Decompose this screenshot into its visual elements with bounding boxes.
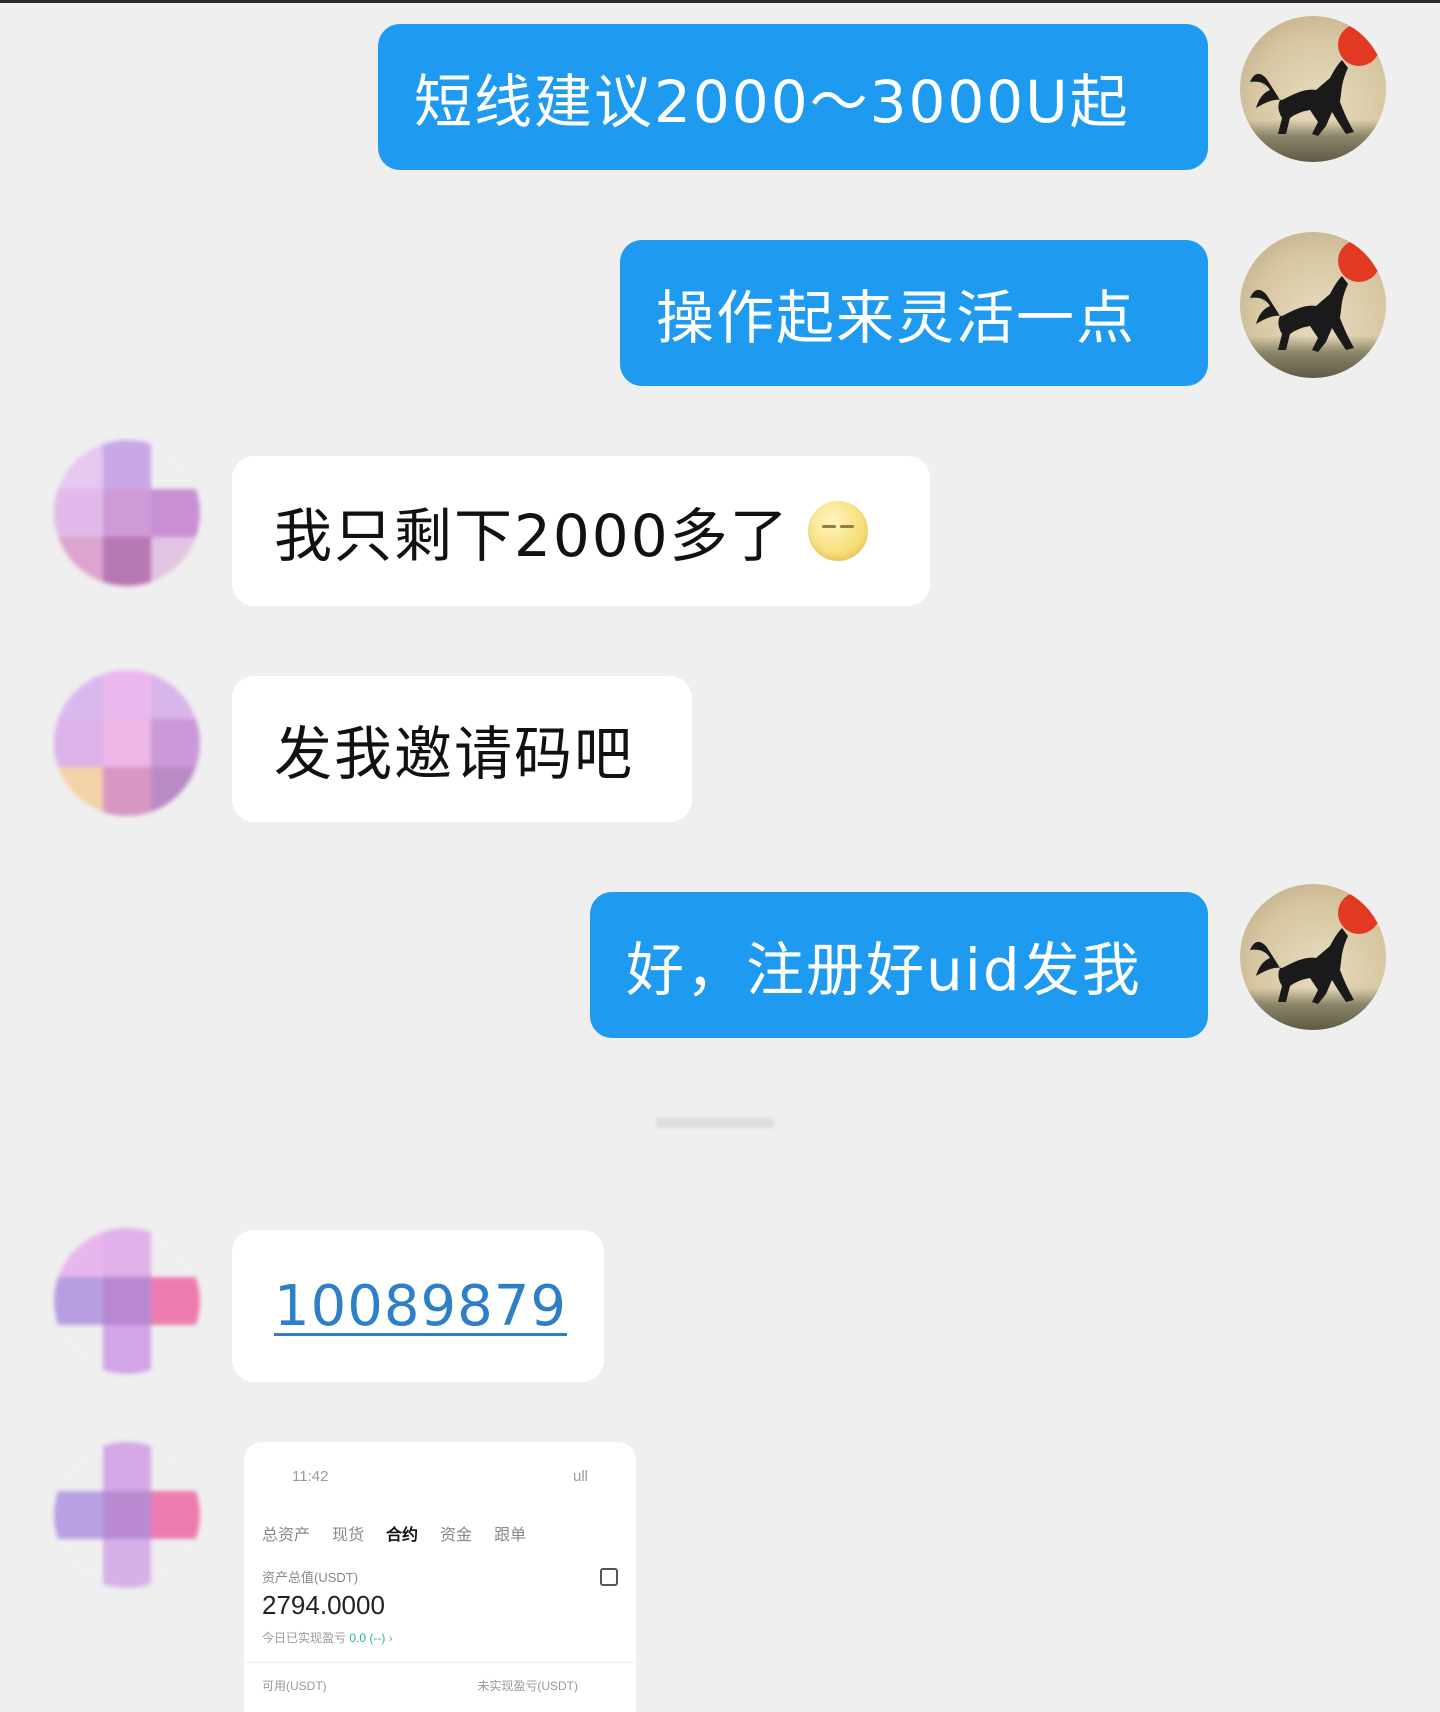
- asset-label-row: 资产总值(USDT): [262, 1567, 618, 1586]
- self-avatar[interactable]: [1240, 16, 1386, 162]
- pnl-label: 今日已实现盈亏: [262, 1631, 347, 1645]
- horse-icon: [1250, 928, 1354, 1004]
- self-avatar[interactable]: [1240, 232, 1386, 378]
- contact-avatar[interactable]: [54, 1228, 200, 1374]
- pnl-row: 今日已实现盈亏 0.0 (--) ›: [262, 1629, 618, 1646]
- message-text: 发我邀请码吧: [274, 720, 635, 788]
- copy-icon: [600, 1567, 618, 1586]
- pnl-value: 0.0 (--): [349, 1631, 386, 1645]
- asset-amount: 2794.0000: [262, 1590, 385, 1620]
- message-bubble-sent[interactable]: 操作起来灵活一点: [620, 240, 1208, 386]
- contact-avatar[interactable]: [54, 440, 200, 586]
- screenshot-signal: ull: [572, 1468, 588, 1485]
- card-bottom-row: 可用(USDT) 未实现盈亏(USDT): [262, 1677, 618, 1694]
- screenshot-tabs: 总资产 现货 合约 资金 跟单: [262, 1521, 618, 1545]
- screenshot-status-bar: 11:42 ull: [262, 1468, 618, 1485]
- tab-funds: 资金: [440, 1527, 473, 1544]
- message-text: 操作起来灵活一点: [656, 284, 1137, 352]
- card-divider: [244, 1662, 636, 1663]
- message-text: 我只剩下2000多了: [274, 502, 790, 570]
- message-text: 短线建议2000～3000U起: [414, 68, 1130, 136]
- available-label: 可用(USDT): [262, 1679, 327, 1693]
- unrealized-pnl-label: 未实现盈亏(USDT): [477, 1679, 578, 1693]
- asset-label: 资产总值(USDT): [262, 1570, 359, 1585]
- message-bubble-received[interactable]: 发我邀请码吧: [232, 676, 692, 822]
- blurred-divider: [656, 1118, 774, 1128]
- tab-spot: 现货: [332, 1527, 365, 1544]
- sleepy-face-icon: [807, 501, 868, 561]
- horse-icon: [1250, 276, 1354, 352]
- message-text: 好，注册好uid发我: [626, 936, 1142, 1004]
- tab-futures: 合约: [386, 1527, 419, 1544]
- uid-link[interactable]: 10089879: [274, 1274, 567, 1339]
- message-bubble-received[interactable]: 10089879: [232, 1230, 604, 1382]
- contact-avatar[interactable]: [54, 1442, 200, 1588]
- message-bubble-received[interactable]: 我只剩下2000多了: [232, 456, 930, 606]
- tab-total-assets: 总资产: [262, 1527, 311, 1544]
- self-avatar[interactable]: [1240, 884, 1386, 1030]
- screenshot-time: 11:42: [292, 1468, 329, 1485]
- tab-copy-trade: 跟单: [494, 1527, 527, 1544]
- chevron-right-icon: ›: [388, 1631, 393, 1645]
- horse-icon: [1250, 60, 1354, 136]
- top-divider: [0, 0, 1440, 3]
- message-bubble-sent[interactable]: 短线建议2000～3000U起: [378, 24, 1208, 170]
- message-bubble-sent[interactable]: 好，注册好uid发我: [590, 892, 1208, 1038]
- screenshot-image-message[interactable]: 11:42 ull 总资产 现货 合约 资金 跟单 资产总值(USDT) 279…: [244, 1442, 636, 1712]
- contact-avatar[interactable]: [54, 670, 200, 816]
